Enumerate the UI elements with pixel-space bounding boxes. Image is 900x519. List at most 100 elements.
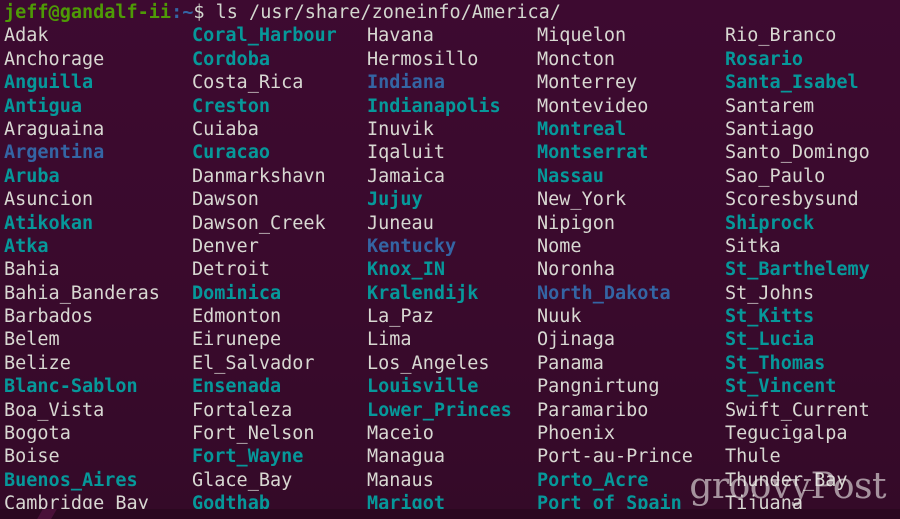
prompt-path: ~ xyxy=(182,2,194,23)
listing-entry: Dominica xyxy=(192,282,282,304)
listing-entry: Adak xyxy=(4,25,49,47)
listing-entry: Kralendijk xyxy=(367,282,479,304)
listing-entry: Iqaluit xyxy=(367,142,445,164)
listing-entry: Santarem xyxy=(725,95,815,117)
listing-entry: St_Johns xyxy=(725,282,815,304)
listing-row: Aruba Danmarkshavn Jamaica Nassau Sao_Paulo xyxy=(2,165,900,188)
listing-entry: Port-au-Prince xyxy=(537,446,693,468)
listing-entry: Santiago xyxy=(725,118,815,140)
prompt-separator: : xyxy=(171,2,183,23)
listing-entry: Glace_Bay xyxy=(192,469,293,491)
listing-entry: Rio_Branco xyxy=(725,25,837,47)
listing-entry: Ensenada xyxy=(192,376,282,398)
listing-row: Antigua Creston Indianapolis Montevideo Sant… xyxy=(2,95,900,118)
listing-row: Anguilla Costa_Rica Indiana Monterrey Santa_… xyxy=(2,71,900,94)
listing-entry: Fort_Nelson xyxy=(192,423,315,445)
listing-row: Boise Fort_Wayne Managua Port-au-Prince Thul… xyxy=(2,445,900,468)
listing-entry: Dawson_Creek xyxy=(192,212,326,234)
listing-entry: Atikokan xyxy=(4,212,94,234)
listing-entry: Bahia xyxy=(4,259,60,281)
listing-entry: Montevideo xyxy=(537,95,649,117)
listing-entry: Panama xyxy=(537,352,604,374)
listing-entry: Antigua xyxy=(4,95,82,117)
listing-entry: Bahia_Banderas xyxy=(4,282,160,304)
listing-entry: Fort_Wayne xyxy=(192,446,304,468)
listing-entry: Havana xyxy=(367,25,434,47)
listing-row: Bahia_Banderas Dominica Kralendijk North_Da… xyxy=(2,282,900,305)
listing-entry: Bogota xyxy=(4,423,71,445)
listing-entry: Barbados xyxy=(4,306,94,328)
terminal-window[interactable]: jeff@gandalf-ii:~$ ls /usr/share/zoneinf… xyxy=(0,0,900,519)
listing-row: Blanc-Sablon Ensenada Louisville Pangnirtun… xyxy=(2,375,900,398)
listing-entry: Manaus xyxy=(367,469,434,491)
listing-entry: Dawson xyxy=(192,189,259,211)
directory-listing: Adak Coral_Harbour Havana Miquelon Rio_Branc… xyxy=(2,24,900,515)
listing-entry: Denver xyxy=(192,235,259,257)
listing-entry: Scoresbysund xyxy=(725,189,859,211)
listing-entry: Buenos_Aires xyxy=(4,469,138,491)
listing-entry: Noronha xyxy=(537,259,615,281)
listing-entry: Tegucigalpa xyxy=(725,423,848,445)
listing-entry: Phoenix xyxy=(537,423,615,445)
listing-entry: Ojinaga xyxy=(537,329,615,351)
listing-row: Adak Coral_Harbour Havana Miquelon Rio_Branc… xyxy=(2,24,900,47)
prompt-sigil: $ xyxy=(193,2,205,23)
listing-entry: Thule xyxy=(725,446,781,468)
listing-entry: Moncton xyxy=(537,48,615,70)
terminal-screen[interactable]: jeff@gandalf-ii:~$ ls /usr/share/zoneinf… xyxy=(0,0,900,516)
listing-entry: Fortaleza xyxy=(192,399,293,421)
listing-entry: Indiana xyxy=(367,72,445,94)
listing-row: Araguaina Cuiaba Inuvik Montreal Santiago xyxy=(2,118,900,141)
listing-entry: Swift_Current xyxy=(725,399,870,421)
listing-entry: St_Barthelemy xyxy=(725,259,870,281)
listing-entry: Maceio xyxy=(367,423,434,445)
listing-entry: Atka xyxy=(4,235,49,257)
listing-row: Buenos_Aires Glace_Bay Manaus Porto_Acre Thu… xyxy=(2,469,900,492)
listing-entry: Boa_Vista xyxy=(4,399,105,421)
listing-entry: Rosario xyxy=(725,48,803,70)
listing-entry: Detroit xyxy=(192,259,270,281)
listing-row: Argentina Curacao Iqaluit Montserrat Santo_D… xyxy=(2,141,900,164)
prompt-user-host: jeff@gandalf-ii xyxy=(4,2,172,23)
shell-prompt-line: jeff@gandalf-ii:~$ ls /usr/share/zoneinf… xyxy=(2,1,900,24)
listing-entry: Costa_Rica xyxy=(192,72,304,94)
listing-entry: Juneau xyxy=(367,212,434,234)
listing-entry: Asuncion xyxy=(4,189,94,211)
listing-entry: Managua xyxy=(367,446,445,468)
listing-entry: Cordoba xyxy=(192,48,270,70)
listing-entry: Lima xyxy=(367,329,412,351)
window-bottom-accent xyxy=(37,509,57,519)
listing-row: Bahia Detroit Knox_IN Noronha St_Barthelemy xyxy=(2,258,900,281)
listing-entry: Boise xyxy=(4,446,60,468)
listing-entry: Nome xyxy=(537,235,582,257)
listing-entry: Argentina xyxy=(4,142,105,164)
listing-entry: North_Dakota xyxy=(537,282,671,304)
listing-entry: Inuvik xyxy=(367,118,434,140)
listing-entry: Araguaina xyxy=(4,118,105,140)
listing-entry: Montserrat xyxy=(537,142,649,164)
listing-entry: Nuuk xyxy=(537,306,582,328)
listing-entry: St_Thomas xyxy=(725,352,826,374)
listing-entry: La_Paz xyxy=(367,306,434,328)
listing-row: Atikokan Dawson_Creek Juneau Nipigon Shiproc… xyxy=(2,212,900,235)
listing-entry: Kentucky xyxy=(367,235,457,257)
listing-entry: Jamaica xyxy=(367,165,445,187)
listing-entry: Montreal xyxy=(537,118,627,140)
listing-entry: Lower_Princes xyxy=(367,399,512,421)
shell-command: ls /usr/share/zoneinfo/America/ xyxy=(204,2,561,23)
listing-row: Bogota Fort_Nelson Maceio Phoenix Tegucigalp… xyxy=(2,422,900,445)
listing-entry: Anchorage xyxy=(4,48,105,70)
listing-entry: Curacao xyxy=(192,142,270,164)
listing-entry: Danmarkshavn xyxy=(192,165,326,187)
listing-entry: St_Lucia xyxy=(725,329,815,351)
listing-entry: Anguilla xyxy=(4,72,94,94)
listing-entry: Nipigon xyxy=(537,212,615,234)
listing-entry: Indianapolis xyxy=(367,95,501,117)
listing-entry: Cuiaba xyxy=(192,118,259,140)
listing-entry: Paramaribo xyxy=(537,399,649,421)
listing-entry: Aruba xyxy=(4,165,60,187)
listing-row: Belize El_Salvador Los_Angeles Panama St_Tho… xyxy=(2,352,900,375)
listing-entry: Louisville xyxy=(367,376,479,398)
listing-row: Belem Eirunepe Lima Ojinaga St_Lucia xyxy=(2,328,900,351)
listing-entry: Jujuy xyxy=(367,189,423,211)
